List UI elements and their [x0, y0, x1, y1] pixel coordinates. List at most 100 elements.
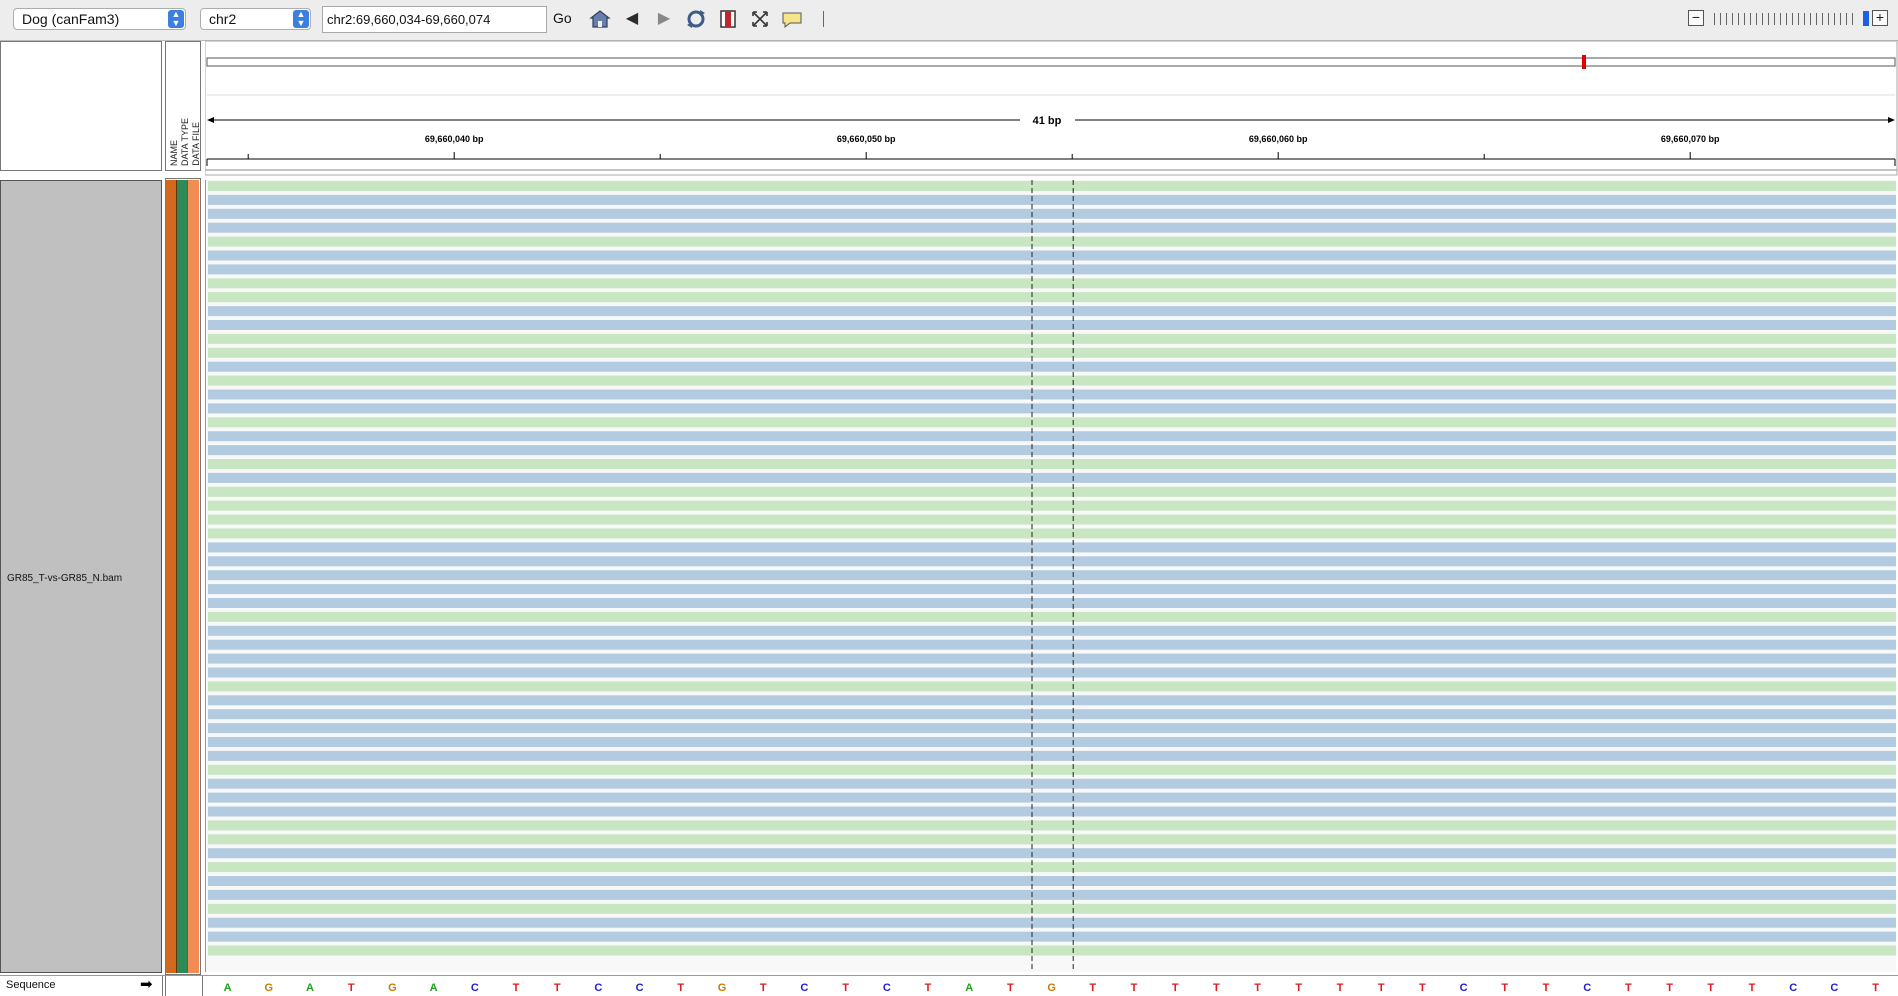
attribute-header-data-file[interactable]: DATA FILE [191, 122, 201, 166]
alignment-read[interactable] [208, 820, 1898, 831]
alignment-read[interactable]: G [208, 486, 1898, 499]
alignment-read[interactable] [208, 917, 1898, 928]
alignment-read[interactable] [208, 208, 1898, 219]
alignment-read[interactable] [208, 653, 1898, 664]
alignment-read[interactable] [208, 542, 1898, 553]
alignment-read[interactable] [208, 389, 1898, 400]
alignment-read[interactable] [208, 222, 1898, 233]
refresh-icon[interactable] [684, 7, 708, 31]
attribute-header-name[interactable]: NAME [169, 140, 179, 166]
zoom-slider[interactable] [1714, 13, 1856, 25]
zoom-in-button[interactable]: + [1872, 10, 1888, 26]
sequence-base: C [636, 982, 644, 994]
alignment-read[interactable] [208, 806, 1898, 817]
alignment-read[interactable] [208, 931, 1898, 942]
attribute-cell-name[interactable] [166, 180, 176, 973]
alignment-read[interactable] [208, 945, 1898, 956]
alignment-read[interactable] [208, 333, 1898, 344]
alignment-read[interactable] [208, 792, 1898, 803]
alignment-read[interactable] [208, 236, 1898, 247]
alignment-read[interactable] [208, 417, 1898, 428]
popup-info-icon[interactable] [780, 7, 804, 31]
alignment-read[interactable] [208, 639, 1898, 650]
read-block [208, 764, 1898, 775]
alignment-read[interactable] [208, 903, 1898, 914]
alignment-read[interactable]: G [208, 250, 1898, 263]
alignment-read[interactable] [208, 472, 1898, 483]
alignment-read[interactable] [208, 514, 1898, 525]
alignment-read[interactable] [208, 570, 1898, 581]
alignment-read[interactable] [208, 292, 1898, 303]
alignment-read[interactable] [208, 375, 1898, 386]
alignment-read[interactable] [208, 431, 1898, 442]
alignment-read[interactable] [208, 834, 1898, 845]
toolbar-separator [823, 11, 824, 27]
alignment-read[interactable] [208, 264, 1898, 275]
alignment-read[interactable] [208, 862, 1898, 873]
home-icon[interactable] [588, 7, 612, 31]
alignment-read[interactable] [208, 723, 1898, 734]
alignment-read[interactable]: T [208, 361, 1898, 374]
chromosome-dropdown-value: chr2 [209, 11, 237, 27]
alignment-read[interactable] [208, 695, 1898, 706]
roi-icon[interactable] [716, 7, 740, 31]
alignment-read[interactable] [208, 584, 1898, 595]
chromosome-dropdown[interactable]: chr2 ▲ ▼ [200, 8, 311, 30]
sequence-base: T [842, 982, 849, 994]
locus-input[interactable]: chr2:69,660,034-69,660,074 [322, 6, 547, 33]
alignment-read[interactable] [208, 848, 1898, 859]
alignment-read[interactable] [208, 556, 1898, 567]
attribute-cell-data-file[interactable] [188, 180, 199, 973]
read-block [208, 389, 1898, 400]
alignment-read[interactable] [208, 306, 1898, 317]
forward-icon[interactable]: ▶ [652, 7, 676, 31]
alignment-read[interactable] [208, 598, 1898, 608]
alignment-read[interactable] [208, 889, 1898, 900]
sequence-bases[interactable]: AGATGACTTCCTGTCTCTATGTTTTTTTTTCTTCTTTTCC… [205, 976, 1895, 996]
alignment-read[interactable] [208, 320, 1898, 330]
sequence-base: T [1007, 982, 1014, 994]
zoom-slider-thumb[interactable] [1863, 11, 1869, 26]
alignment-read[interactable] [208, 611, 1898, 622]
sequence-track-label[interactable]: Sequence [6, 979, 56, 991]
read-block [208, 945, 1898, 956]
alignment-read[interactable] [208, 181, 1898, 191]
alignment-read[interactable] [208, 194, 1898, 205]
alignment-read[interactable] [208, 347, 1898, 358]
alignment-read[interactable]: T [208, 750, 1898, 763]
go-button[interactable]: Go [553, 10, 572, 26]
alignment-read[interactable] [208, 625, 1898, 636]
alignment-track[interactable]: G T G T [205, 180, 1898, 972]
genome-dropdown[interactable]: Dog (canFam3) ▲ ▼ [13, 8, 186, 30]
alignment-read[interactable] [208, 500, 1898, 511]
track-name[interactable]: GR85_T-vs-GR85_N.bam [7, 573, 122, 584]
alignment-read[interactable] [208, 459, 1898, 469]
alignment-read[interactable] [208, 278, 1898, 289]
alignment-read[interactable] [208, 667, 1898, 678]
alignment-read[interactable] [208, 764, 1898, 775]
read-block [208, 361, 1898, 372]
chromosome-ideogram[interactable] [206, 57, 1896, 67]
alignment-read[interactable] [208, 778, 1898, 789]
alignment-read[interactable] [208, 876, 1898, 886]
alignment-read[interactable] [208, 528, 1898, 539]
read-block [208, 347, 1898, 358]
alignment-read[interactable] [208, 709, 1898, 720]
strand-arrow-icon[interactable]: ➡ [140, 976, 153, 994]
span-label: 41 bp [1033, 115, 1062, 127]
alignment-read[interactable] [208, 681, 1898, 692]
back-icon[interactable]: ◀ [620, 7, 644, 31]
sequence-base: C [471, 982, 479, 994]
read-block [208, 681, 1898, 692]
read-block [208, 625, 1898, 636]
alignment-read[interactable] [208, 403, 1898, 414]
resize-icon[interactable] [748, 7, 772, 31]
alignment-reads[interactable]: G T G T [206, 180, 1898, 972]
attribute-header-data-type[interactable]: DATA TYPE [180, 118, 190, 166]
alignment-read[interactable] [208, 737, 1898, 747]
zoom-out-button[interactable]: − [1688, 10, 1704, 26]
read-block [208, 431, 1898, 442]
alignment-read[interactable] [208, 445, 1898, 456]
read-block [208, 236, 1898, 247]
attribute-cell-data-type[interactable] [177, 180, 187, 973]
